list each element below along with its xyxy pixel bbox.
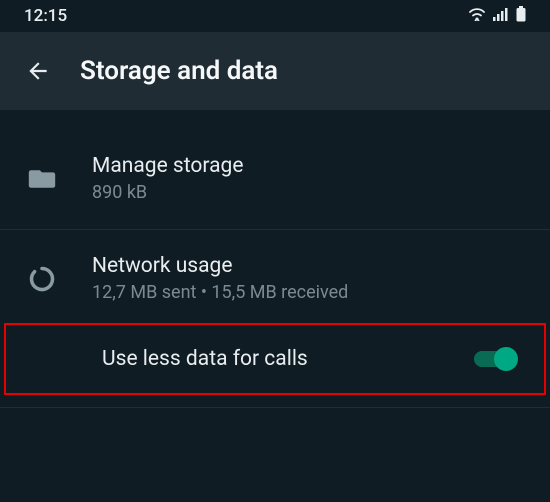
use-less-data-toggle[interactable] xyxy=(474,347,518,371)
data-usage-icon xyxy=(22,265,80,293)
page-title: Storage and data xyxy=(80,56,278,86)
divider xyxy=(0,407,550,408)
toggle-thumb xyxy=(494,347,518,371)
manage-storage-subtitle: 890 kB xyxy=(92,182,528,203)
use-less-data-title: Use less data for calls xyxy=(32,347,474,371)
status-bar: 12:15 xyxy=(0,0,550,32)
title-bar: Storage and data xyxy=(0,32,550,110)
network-usage-subtitle: 12,7 MB sent • 15,5 MB received xyxy=(92,282,528,303)
wifi-icon xyxy=(468,6,486,26)
battery-icon xyxy=(516,6,526,27)
network-usage-title: Network usage xyxy=(92,254,528,278)
network-usage-row[interactable]: Network usage 12,7 MB sent • 15,5 MB rec… xyxy=(0,236,550,323)
signal-icon xyxy=(493,6,509,26)
manage-storage-title: Manage storage xyxy=(92,154,528,178)
folder-icon xyxy=(22,168,80,190)
manage-storage-row[interactable]: Manage storage 890 kB xyxy=(0,136,550,223)
use-less-data-row[interactable]: Use less data for calls xyxy=(4,323,546,395)
status-indicators xyxy=(468,6,526,27)
settings-list: Manage storage 890 kB Network usage 12,7… xyxy=(0,110,550,408)
status-time: 12:15 xyxy=(24,6,67,26)
network-usage-content: Network usage 12,7 MB sent • 15,5 MB rec… xyxy=(80,254,528,303)
back-button[interactable] xyxy=(20,53,56,89)
arrow-left-icon xyxy=(25,58,51,84)
manage-storage-content: Manage storage 890 kB xyxy=(80,154,528,203)
divider xyxy=(0,229,550,230)
